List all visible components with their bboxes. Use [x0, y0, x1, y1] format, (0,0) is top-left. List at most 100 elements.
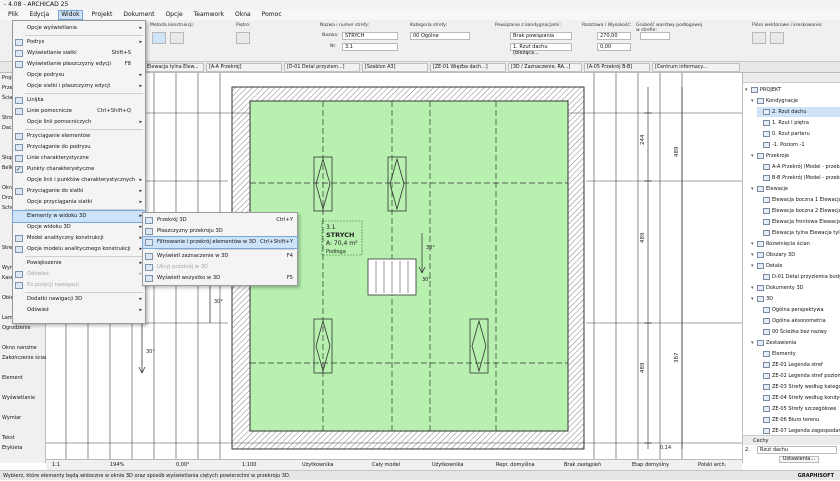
menu-view[interactable]: Widok	[58, 10, 83, 20]
submenu-item-wyswietl-wszystko-w-3d[interactable]: Wyświetl wszystko w 3D F5	[143, 273, 297, 284]
view-menu-item-podrys[interactable]: Podrys ▸	[13, 37, 145, 48]
view-menu-item-przyciaganie-do-podrysu[interactable]: Przyciąganie do podrysu	[13, 142, 145, 153]
navigator-item-3d[interactable]: ▾ 3D	[751, 294, 840, 304]
navigator-item-1-rzut-i-pietra[interactable]: 1. Rzut I piętra	[757, 118, 840, 128]
bottom-link-select[interactable]: 1. Rzut dachu (bieżąca...	[510, 43, 572, 56]
view-menu-item-opcje-linii-i-punktow-charakterystycznych[interactable]: Opcje linii i punktów charakterystycznyc…	[13, 175, 145, 186]
view-menu-item-wyswietlanie-siatki[interactable]: Wyświetlanie siatki Shift+S	[13, 48, 145, 59]
navigator-item-a-a-przekroj-model-przebud[interactable]: A-A Przekrój (Model - przebud	[757, 162, 840, 172]
navigator-item-1-poziom-1[interactable]: -1. Poziom -1	[757, 140, 840, 150]
view-menu-item-elementy-w-widoku-3d[interactable]: Elementy w widoku 3D ▸	[12, 210, 146, 223]
navigator-item-elewacja-frontowa-elewacja-fr[interactable]: Elewacja frontowa Elewacja fr	[757, 217, 840, 227]
tab-3d-selection[interactable]: [3D / Zaznaczenie, RA...]	[508, 63, 582, 72]
navigator-item-elewacje[interactable]: ▾ Elewacje	[751, 184, 840, 194]
menu-teamwork[interactable]: Teamwork	[192, 10, 226, 20]
menu-project[interactable]: Projekt	[90, 10, 115, 20]
navigator-item-zestawienia[interactable]: ▾ Zestawienia	[751, 338, 840, 348]
navigator-item-ogolna-perspektywa[interactable]: Ogólna perspektywa	[757, 305, 840, 315]
submenu-item-ukryj-przekroj-w-3d[interactable]: Ukryj przekrój w 3D	[143, 262, 297, 273]
height-top-input[interactable]: 270,00	[597, 32, 631, 40]
navigator-item-00-sciezka-bez-nazwy[interactable]: 00 Ścieżka bez nazwy	[757, 327, 840, 337]
navigator-item-detale[interactable]: ▾ Detale	[751, 261, 840, 271]
floor-thickness-input[interactable]	[640, 32, 670, 40]
view-menu-item-linie-pomocnicze[interactable]: Linie pomocnicze Ctrl+Shift+Q	[13, 106, 145, 117]
category-select[interactable]: 00 Ogólne	[410, 32, 470, 40]
view-menu-item-przyciaganie-do-siatki[interactable]: Przyciąganie do siatki ▸	[13, 186, 145, 197]
navigator-item-kondygnacje[interactable]: ▾ Kondygnacje	[751, 96, 840, 106]
tool-etykieta[interactable]: Etykieta	[0, 443, 46, 454]
view-icon	[763, 196, 770, 203]
navigator-item-obszary-3d[interactable]: ▾ Obszary 3D	[751, 250, 840, 260]
navigator-item-ze-02-legenda-stref-pozioma[interactable]: ZE-02 Legenda stref pozioma	[763, 371, 840, 381]
navigator-item-ze-03-strefy-wedlug-kategor[interactable]: ZE-03 Strefy według kategor	[763, 382, 840, 392]
view-menu-item-dodatki-nawigacji-3d[interactable]: Dodatki nawigacji 3D ▸	[13, 294, 145, 305]
rectangle-method-icon[interactable]	[170, 32, 184, 44]
view-menu-item-powiekszenie[interactable]: Powiększenie ▸	[13, 258, 145, 269]
view-menu-item-opcje-wyswietlania[interactable]: Opcje wyświetlania ▸	[13, 23, 145, 34]
submenu-item-filtrowanie-i-przekroj-elementow-w-3d[interactable]: Filtrowanie i przekrój elementów w 3D Ctr…	[142, 236, 298, 249]
navigator-item-0-rzut-parteru[interactable]: 0. Rzut parteru	[757, 129, 840, 139]
view-menu-item-ex-pozycji-nawigacji[interactable]: Ex.pozycji nawigacji	[13, 280, 145, 291]
view-menu-item-odswiez[interactable]: Odśwież ▸	[13, 269, 145, 280]
view-menu-item-opcje-modelu-analitycznego-konstrukcji[interactable]: Opcje modelu analitycznego konstrukcji ▸	[13, 244, 145, 255]
properties-header[interactable]: Cechy	[743, 435, 840, 445]
tab-roof-truss[interactable]: [ZE-01 Więźba dach...]	[430, 63, 506, 72]
navigator-item-dokumenty-3d[interactable]: ▾ Dokumenty 3D	[751, 283, 840, 293]
menu-window[interactable]: Okna	[233, 10, 253, 20]
navigator-item-elewacja-tylna-elewacja-tylna[interactable]: Elewacja tylna Elewacja tylna	[757, 228, 840, 238]
menu-item-icon	[145, 264, 153, 271]
tab-template[interactable]: [Szablon A3]	[362, 63, 428, 72]
view-menu-item-opcje-widoku-3d[interactable]: Opcje widoku 3D ▸	[13, 222, 145, 233]
height-bottom-input[interactable]: 0,00	[597, 43, 631, 51]
navigator-item-ze-01-legenda-stref[interactable]: ZE-01 Legenda stref	[763, 360, 840, 370]
view-menu-item-linijka[interactable]: Linijka	[13, 95, 145, 106]
submenu-item-wyswietl-zaznaczenie-w-3d[interactable]: Wyświetl zaznaczenie w 3D F4	[143, 251, 297, 262]
view-menu-item-przyciaganie-elementow[interactable]: Przyciąganie elementów	[13, 131, 145, 142]
view-menu-item-opcje-podrysu[interactable]: Opcje podrysu ▸	[13, 70, 145, 81]
view-menu-item-opcje-siatki-i-plaszczyzny-edycji[interactable]: Opcje siatki i płaszczyzny edycji ▸	[13, 81, 145, 92]
pen-icon[interactable]	[752, 32, 766, 44]
zone-number-input[interactable]: 3.1	[342, 43, 398, 51]
navigator-item-ogolna-aksonometria[interactable]: Ogólna aksonometria	[757, 316, 840, 326]
view-menu-item-punkty-charakterystyczne[interactable]: ✓ Punkty charakterystyczne	[13, 164, 145, 175]
menu-help[interactable]: Pomoc	[260, 10, 284, 20]
fill-icon[interactable]	[770, 32, 784, 44]
zone-name-input[interactable]: STRYCH	[342, 32, 398, 40]
polygon-method-icon[interactable]	[152, 32, 166, 44]
navigator-item-d-01-detal-przyziemia-budynk[interactable]: D-01 Detal przyziemia budynk	[757, 272, 840, 282]
navigator-item-elewacja-boczna-2-elewacja-b[interactable]: Elewacja boczna 2 Elewacja b	[757, 206, 840, 216]
view-menu-item-wyswietlanie-plaszczyzny-edycji[interactable]: Wyświetlanie płaszczyzny edycji F8	[13, 59, 145, 70]
view-menu-item-linie-charakterystyczne[interactable]: Linie charakterystyczne	[13, 153, 145, 164]
props-settings-button[interactable]: Ustawienia...	[779, 456, 819, 463]
navigator-item-b-b-przekroj-model-przebud[interactable]: B-B Przekrój (Model - przebud	[757, 173, 840, 183]
view-menu-item-opcje-linii-pomocniczych[interactable]: Opcje linii pomocniczych ▸	[13, 117, 145, 128]
submenu-item-plaszczyzny-przekroju-3d[interactable]: Płaszczyzny przekroju 3D	[143, 226, 297, 237]
submenu-item-przekroj-3d[interactable]: Przekrój 3D Ctrl+Y	[143, 215, 297, 226]
tab-detail[interactable]: [D-01 Detal przyziem...]	[284, 63, 360, 72]
menu-file[interactable]: Plik	[6, 10, 20, 20]
dimension-chain-right[interactable]	[644, 87, 683, 449]
menu-document[interactable]: Dokument	[121, 10, 156, 20]
tab-info-center[interactable]: [Centrum informacy...	[652, 63, 740, 72]
view-menu-item-model-analityczny-konstrukcji[interactable]: Model analityczny konstrukcji ▸	[13, 233, 145, 244]
navigator-item-elewacja-boczna-1-elewacja-b[interactable]: Elewacja boczna 1 Elewacja b	[757, 195, 840, 205]
top-link-select[interactable]: Brak powiązania	[510, 32, 572, 40]
floor-icon[interactable]	[236, 32, 250, 44]
stair-opening[interactable]	[367, 258, 417, 296]
menu-edit[interactable]: Edycja	[27, 10, 51, 20]
tab-elevation[interactable]: Elewacja tylna Elew...	[144, 63, 204, 72]
navigator-item-ze-06-biuro-terenu[interactable]: ZE-06 Biuro terenu	[763, 415, 840, 425]
view-menu-item-opcje-przyciagania-siatki[interactable]: Opcje przyciągania siatki ▸	[13, 197, 145, 208]
props-floor-name[interactable]: Rzut dachu	[757, 446, 837, 454]
view-menu-item-odswiez[interactable]: Odśwież ▸	[13, 305, 145, 316]
navigator-item-przekroje[interactable]: ▾ Przekroje	[751, 151, 840, 161]
navigator-item-ze-05-strefy-szczegolowe[interactable]: ZE-05 Strefy szczegółowe	[763, 404, 840, 414]
navigator-item-rozwiniecia-scian[interactable]: ▾ Rozwinięcia ścian	[751, 239, 840, 249]
navigator-item-2-rzut-dachu[interactable]: 2. Rzut dachu	[757, 107, 840, 117]
navigator-item-ze-04-strefy-wedlug-kondyg[interactable]: ZE-04 Strefy według kondyg	[763, 393, 840, 403]
tab-section-aa[interactable]: [A-A Przekrój]	[206, 63, 282, 72]
navigator-item-projekt[interactable]: ▾ PROJEKT	[745, 85, 840, 95]
menu-options[interactable]: Opcje	[163, 10, 184, 20]
tab-section-bb[interactable]: [A-05 Przekrój B-B]	[584, 63, 650, 72]
navigator-item-elementy[interactable]: Elementy	[757, 349, 840, 359]
